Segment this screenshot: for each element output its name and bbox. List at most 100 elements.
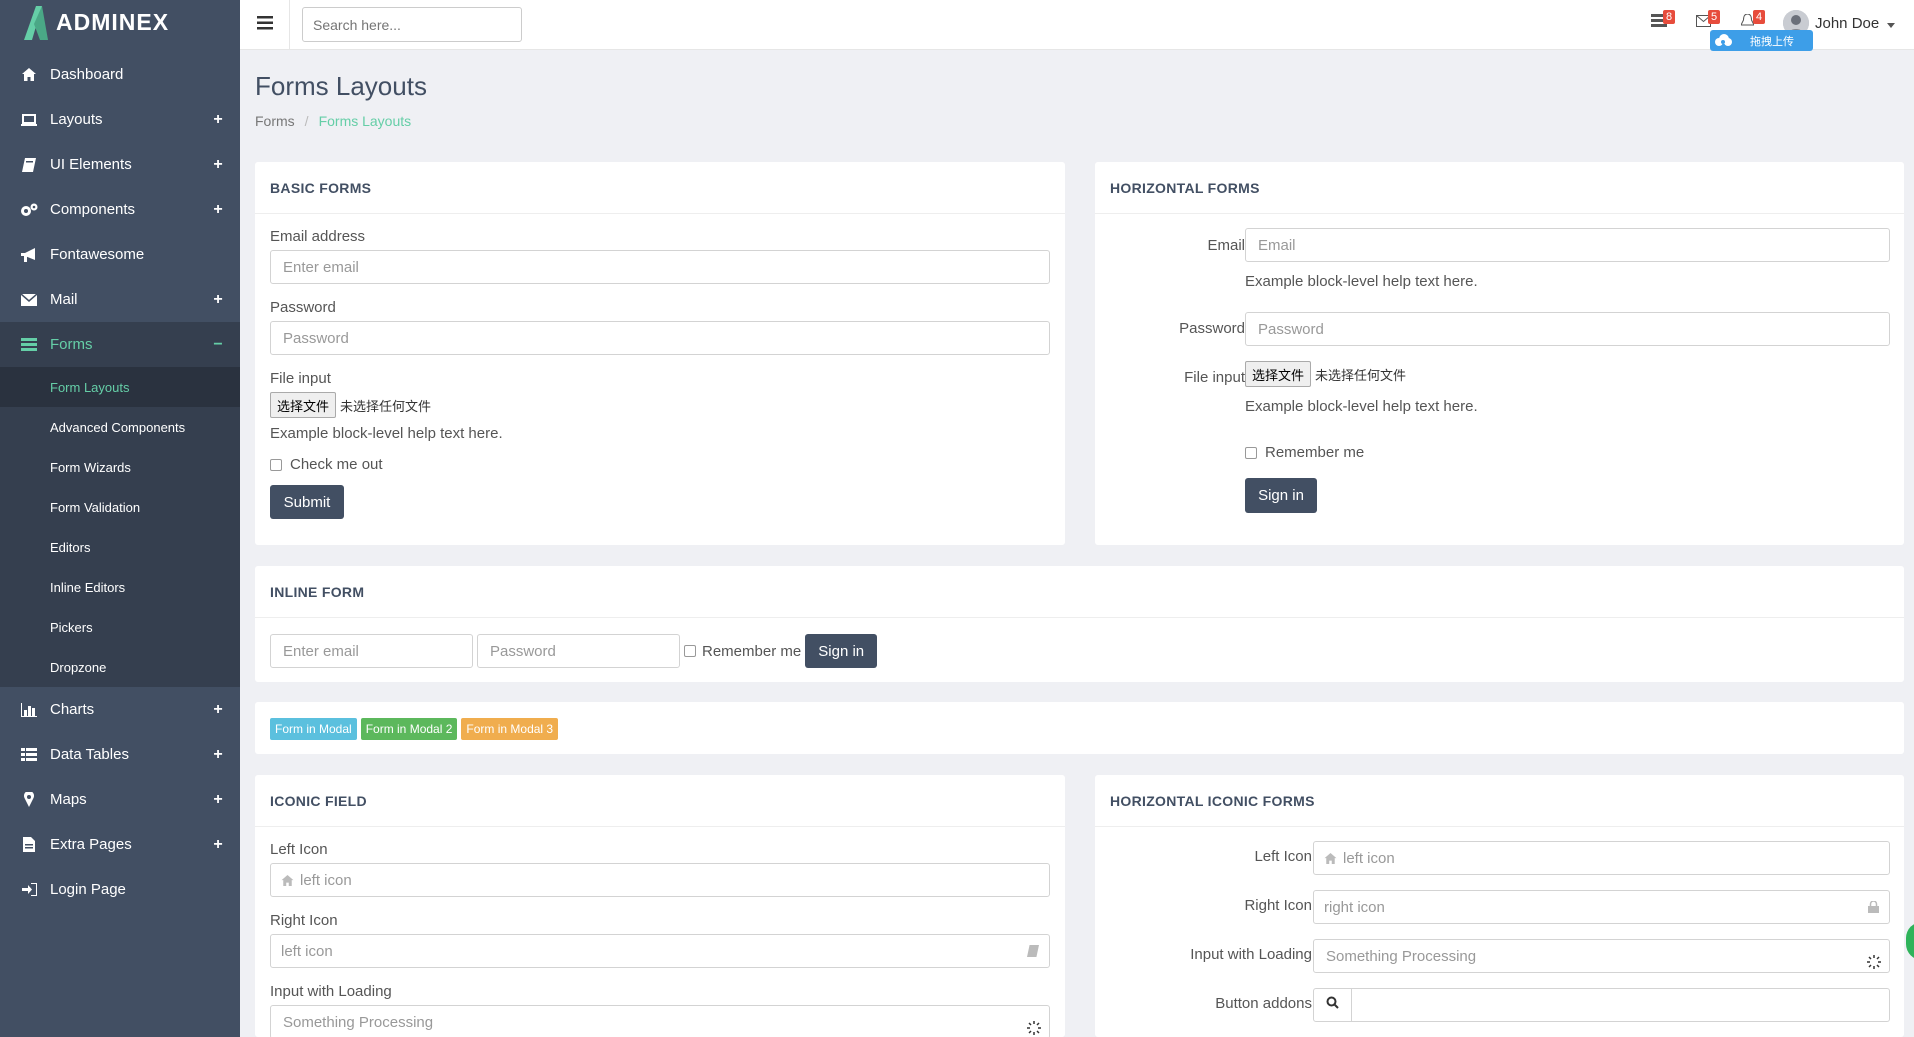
sidebar-item-label: Fontawesome <box>50 246 145 263</box>
sidebar-item-fontawesome[interactable]: Fontawesome <box>0 232 240 277</box>
loading-input-field[interactable]: Something Processing <box>1313 939 1890 973</box>
sidebar-item-ui-elements[interactable]: UI Elements + <box>0 142 240 187</box>
sidebar-item-label: Charts <box>50 701 95 718</box>
sidebar-toggle-button[interactable] <box>240 0 290 50</box>
right-icon-label: Right Icon <box>270 912 338 929</box>
sidebar-item-charts[interactable]: Charts + <box>0 687 240 732</box>
password-field[interactable]: Password <box>1245 312 1890 346</box>
check-me-out-checkbox[interactable] <box>270 458 282 471</box>
left-icon-placeholder: left icon <box>300 871 352 889</box>
laptop-icon <box>20 112 38 128</box>
button-addons-label: Button addons <box>1215 995 1312 1012</box>
breadcrumb-link-forms[interactable]: Forms <box>255 113 295 129</box>
left-icon-label: Left Icon <box>1254 848 1312 865</box>
loading-placeholder: Something Processing <box>283 1013 434 1031</box>
brand-logo[interactable]: ADMINEX <box>0 0 240 44</box>
password-field[interactable]: Password <box>270 321 1050 355</box>
sidebar-item-mail[interactable]: Mail + <box>0 277 240 322</box>
submenu-item-pickers[interactable]: Pickers <box>0 607 240 647</box>
expand-indicator: + <box>213 790 223 808</box>
sidebar-item-dashboard[interactable]: Dashboard <box>0 52 240 97</box>
expand-indicator: + <box>213 745 223 763</box>
panel-title: ICONIC FIELD <box>255 775 1065 827</box>
hamburger-icon <box>256 15 273 35</box>
sidebar-item-label: Components <box>50 201 136 218</box>
floating-side-widget[interactable] <box>1906 922 1914 960</box>
file-input-label: File input <box>270 370 331 387</box>
tasks-notification[interactable]: 8 <box>1651 10 1676 34</box>
bell-badge: 4 <box>1753 10 1766 24</box>
checkbox-label: Remember me <box>702 642 802 660</box>
upload-label: 拖拽上传 <box>1750 34 1794 48</box>
user-name: John Doe <box>1815 14 1880 32</box>
remember-me-checkbox[interactable] <box>1245 446 1257 459</box>
sign-in-button[interactable]: Sign in <box>1245 478 1317 513</box>
sidebar-item-label: UI Elements <box>50 156 132 173</box>
submenu-item-editors[interactable]: Editors <box>0 527 240 567</box>
upload-widget[interactable]: 拖拽上传 <box>1710 30 1813 51</box>
inline-sign-in-button[interactable]: Sign in <box>805 634 878 668</box>
sidebar-item-label: Dashboard <box>50 66 124 83</box>
email-field[interactable]: Email <box>1245 228 1890 262</box>
search-addon-button[interactable] <box>1313 988 1352 1022</box>
sidebar-item-label: Data Tables <box>50 746 129 763</box>
sidebar-item-label: Maps <box>50 791 87 808</box>
right-icon-placeholder: right icon <box>1324 898 1385 916</box>
addon-input[interactable] <box>1352 988 1890 1022</box>
right-icon-field[interactable]: right icon <box>1313 890 1890 924</box>
inline-email-field[interactable]: Enter email <box>270 634 473 668</box>
email-placeholder: Enter email <box>283 642 359 660</box>
search-input[interactable] <box>302 7 522 42</box>
panel-title: HORIZONTAL ICONIC FORMS <box>1095 775 1904 827</box>
form-in-modal-2-button[interactable]: Form in Modal 2 <box>360 718 458 740</box>
choose-file-button[interactable]: 选择文件 <box>1245 361 1312 387</box>
submenu-item-form-layouts[interactable]: Form Layouts <box>0 367 240 407</box>
submenu-item-form-validation[interactable]: Form Validation <box>0 487 240 527</box>
sidebar-item-label: Extra Pages <box>50 836 132 853</box>
sidebar-item-login-page[interactable]: Login Page <box>0 867 240 912</box>
email-label: Email <box>1207 237 1245 254</box>
sidebar-item-extra-pages[interactable]: Extra Pages + <box>0 822 240 867</box>
inline-remember-checkbox[interactable] <box>684 645 696 657</box>
file-input-label: File input <box>1184 369 1245 386</box>
submit-button[interactable]: Submit <box>270 485 344 519</box>
panel-title: INLINE FORM <box>255 566 1904 618</box>
submenu-item-inline-editors[interactable]: Inline Editors <box>0 567 240 607</box>
page-title: Forms Layouts <box>255 71 427 101</box>
sidebar-item-layouts[interactable]: Layouts + <box>0 97 240 142</box>
right-icon-field[interactable]: left icon <box>270 934 1050 968</box>
sidebar-item-components[interactable]: Components + <box>0 187 240 232</box>
horizontal-iconic-panel: HORIZONTAL ICONIC FORMS Left Icon left i… <box>1095 775 1904 1037</box>
cogs-icon <box>20 202 38 218</box>
sidebar-item-maps[interactable]: Maps + <box>0 777 240 822</box>
loading-input-field[interactable]: Something Processing <box>270 1005 1050 1037</box>
left-icon-field[interactable]: left icon <box>270 863 1050 897</box>
iconic-field-panel: ICONIC FIELD Left Icon left icon Right I… <box>255 775 1065 1037</box>
sidebar-item-label: Layouts <box>50 111 103 128</box>
file-status: 未选择任何文件 <box>340 399 432 415</box>
sidebar-item-data-tables[interactable]: Data Tables + <box>0 732 240 777</box>
submenu-item-dropzone[interactable]: Dropzone <box>0 647 240 687</box>
book-icon <box>1027 944 1039 961</box>
inline-form-panel: INLINE FORM Enter email Password Remembe… <box>255 566 1904 682</box>
left-icon-placeholder: left icon <box>1343 849 1395 867</box>
map-marker-icon <box>20 792 38 808</box>
sidebar-item-forms[interactable]: Forms − <box>0 322 240 367</box>
home-icon <box>281 874 294 886</box>
submenu-item-form-wizards[interactable]: Form Wizards <box>0 447 240 487</box>
sidebar-item-label: Forms <box>50 336 93 353</box>
choose-file-button[interactable]: 选择文件 <box>270 392 337 418</box>
left-icon-field[interactable]: left icon <box>1313 841 1890 875</box>
panel-title: HORIZONTAL FORMS <box>1095 162 1904 214</box>
email-field[interactable]: Enter email <box>270 250 1050 284</box>
basic-forms-panel: BASIC FORMS Email address Enter email Pa… <box>255 162 1065 545</box>
form-in-modal-button[interactable]: Form in Modal <box>270 718 357 740</box>
tasks-badge: 8 <box>1663 10 1676 24</box>
submenu-item-advanced-components[interactable]: Advanced Components <box>0 407 240 447</box>
email-placeholder: Enter email <box>283 258 359 276</box>
inline-password-field[interactable]: Password <box>477 634 680 668</box>
bar-chart-icon <box>20 702 38 718</box>
breadcrumb-current: Forms Layouts <box>318 113 412 129</box>
checkbox-label: Remember me <box>1265 444 1365 461</box>
form-in-modal-3-button[interactable]: Form in Modal 3 <box>461 718 559 740</box>
